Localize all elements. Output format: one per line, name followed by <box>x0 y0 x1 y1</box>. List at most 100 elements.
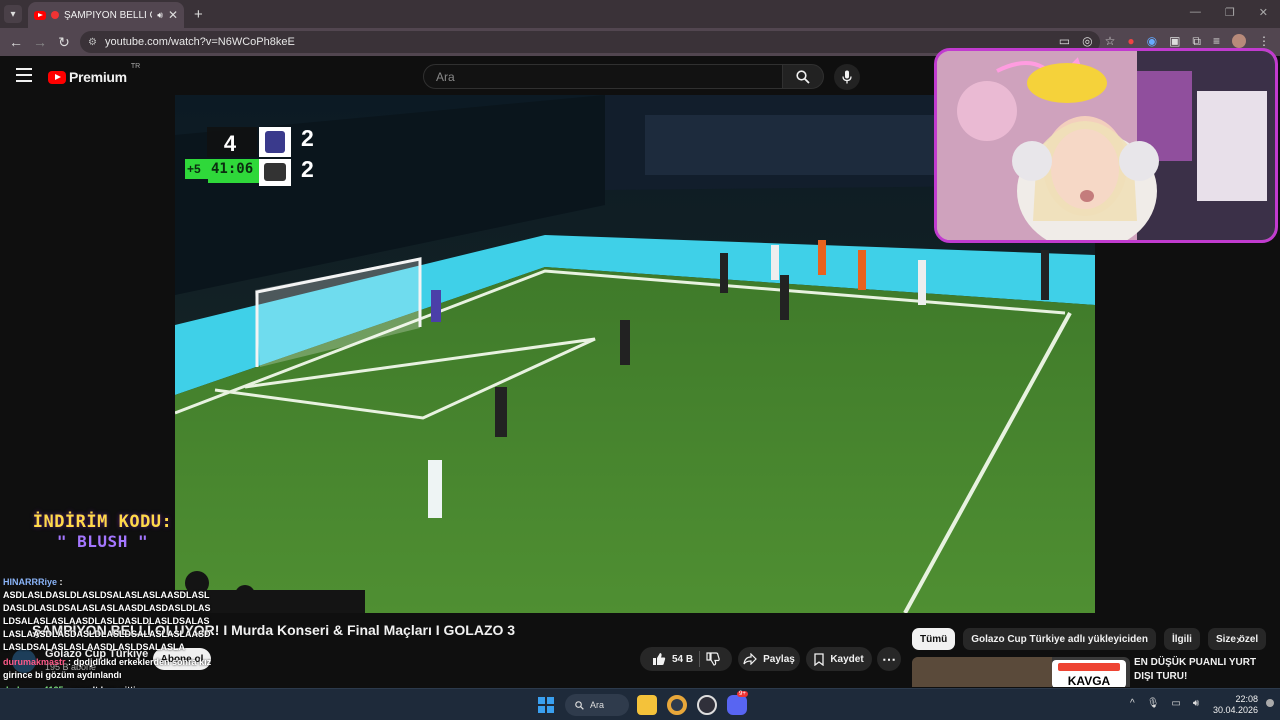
discord-icon[interactable]: 9+ <box>727 691 748 715</box>
microphone-icon <box>842 70 852 84</box>
extension-cat-icon[interactable]: ▣ <box>1169 34 1180 49</box>
promo-label: İNDİRİM KODU: <box>32 512 173 532</box>
youtube-logo[interactable]: Premium TR <box>48 63 140 85</box>
search-button[interactable] <box>782 64 824 89</box>
discord-badge: 9+ <box>737 691 748 697</box>
voice-search-button[interactable] <box>834 64 860 90</box>
share-button[interactable]: Paylaş <box>738 647 800 671</box>
recommended-video-thumbnail[interactable]: KAVGA <box>912 657 1130 687</box>
thumbnail-badge: KAVGA <box>1052 660 1126 687</box>
match-scoreboard: 4 2 2 +5 41:06 <box>185 125 325 187</box>
extensions-area: ▭ ◎ ☆ ● ◉ ▣ ⧉ ≡ ⋮ <box>1059 34 1270 49</box>
promo-code-overlay: İNDİRİM KODU: " BLUSH " <box>30 512 175 551</box>
browser-tab-bar: ▾ ŞAMPİYON BELLİ OLUYO 🔊︎ ✕ + — ❐ ✕ <box>0 0 1280 28</box>
eye-off-icon[interactable]: ◎ <box>1082 34 1092 49</box>
menu-hamburger-icon[interactable] <box>16 68 32 82</box>
recommended-video-title[interactable]: EN DÜŞÜK PUANLI YURT DIŞI TURU! <box>1134 656 1274 684</box>
tab-title: ŞAMPİYON BELLİ OLUYO <box>64 9 152 21</box>
mic-tray-icon[interactable]: 🎙︎ <box>1147 698 1160 709</box>
streamer-webcam <box>934 48 1278 243</box>
notification-icon[interactable] <box>1266 699 1274 707</box>
reading-list-icon[interactable]: ≡ <box>1213 34 1220 49</box>
app-icon[interactable] <box>697 695 717 715</box>
share-label: Paylaş <box>763 653 795 665</box>
tab-search-chevron-icon[interactable]: ▾ <box>4 5 22 23</box>
cast-icon[interactable]: ▭ <box>1059 34 1070 49</box>
bookmark-star-icon[interactable]: ☆ <box>1105 34 1116 49</box>
reload-icon[interactable]: ↻ <box>52 34 76 51</box>
menu-kebab-icon[interactable]: ⋮ <box>1258 34 1270 49</box>
thumbs-up-icon[interactable] <box>652 652 666 666</box>
save-label: Kaydet <box>830 653 864 665</box>
site-info-icon[interactable]: ⚙ <box>88 37 97 48</box>
like-count[interactable]: 54 B <box>672 654 693 665</box>
share-icon <box>743 653 757 665</box>
browser-tab-active[interactable]: ŞAMPİYON BELLİ OLUYO 🔊︎ ✕ <box>28 2 184 28</box>
taskbar-search-label: Ara <box>590 700 605 710</box>
tray-chevron-up-icon[interactable]: ^ <box>1130 698 1135 709</box>
window-controls: — ❐ ✕ <box>1190 6 1268 19</box>
chat-overlay: HINARRRiye : ASDLASLDASLDLASLDSALASLASLA… <box>3 576 213 697</box>
clock-date: 30.04.2026 <box>1212 705 1258 715</box>
profile-avatar[interactable] <box>1232 34 1246 48</box>
svg-text:4: 4 <box>224 131 237 156</box>
stoppage-time: +5 <box>187 162 201 176</box>
search-input[interactable]: Ara <box>423 64 783 89</box>
team1-score: 2 <box>301 125 314 151</box>
url-text: youtube.com/watch?v=N6WCoPh8keE <box>104 36 295 48</box>
extension-icon[interactable]: ● <box>1127 34 1134 49</box>
windows-taskbar: Ara 9+ ^ 🎙︎ ▭ 🔊︎ 22:08 30.04.2026 <box>0 688 1280 720</box>
search-icon <box>796 69 810 84</box>
clock-time: 22:08 <box>1235 694 1258 704</box>
thumbs-down-icon[interactable] <box>706 652 720 666</box>
thumbnail-image <box>912 657 1052 687</box>
maximize-icon[interactable]: ❐ <box>1225 6 1235 19</box>
speaker-icon[interactable]: 🔊︎ <box>157 10 163 21</box>
chat-username: HINARRRiye <box>3 577 58 587</box>
system-tray: ^ 🎙︎ ▭ 🔊︎ <box>1130 698 1199 709</box>
recommendation-chips: Tümü Golazo Cup Türkiye adlı yükleyicide… <box>912 628 1267 650</box>
file-explorer-icon[interactable] <box>637 695 657 715</box>
chrome-icon[interactable] <box>667 695 687 715</box>
chip-related[interactable]: İlgili <box>1163 628 1200 650</box>
chat-text: ASDLASLDASLDLASLDSALASLASLAASDLASLDASLDL… <box>3 590 211 652</box>
puzzle-icon[interactable]: ⧉ <box>1192 34 1201 49</box>
badge-stripe <box>1058 663 1120 671</box>
network-icon[interactable]: ▭ <box>1171 698 1180 709</box>
chat-message: durumakmastr : dpdjdldkd erkeklerden son… <box>3 657 212 680</box>
screen: ▾ ŞAMPİYON BELLİ OLUYO 🔊︎ ✕ + — ❐ ✕ ← → … <box>0 0 1280 720</box>
taskbar-search[interactable]: Ara <box>565 694 629 716</box>
logo-region: TR <box>130 63 141 70</box>
thumbnail-text: KAVGA <box>1067 674 1111 687</box>
chip-all[interactable]: Tümü <box>912 628 956 650</box>
like-dislike-group: 54 B <box>640 647 732 671</box>
logo-text: Premium <box>69 69 127 85</box>
taskbar-clock[interactable]: 22:08 30.04.2026 <box>1208 694 1258 716</box>
team2-score: 2 <box>301 156 314 182</box>
search-icon <box>575 700 584 710</box>
youtube-favicon-icon <box>34 10 46 20</box>
extension-wave-icon[interactable]: ◉ <box>1147 34 1157 49</box>
save-button[interactable]: Kaydet <box>806 647 872 671</box>
divider <box>699 651 701 667</box>
chip-from-uploader[interactable]: Golazo Cup Türkiye adlı yükleyiciden <box>963 628 1156 650</box>
forward-icon[interactable]: → <box>28 34 52 50</box>
new-tab-button[interactable]: + <box>194 6 203 23</box>
back-icon[interactable]: ← <box>4 34 28 50</box>
chevron-right-icon[interactable]: › <box>1236 631 1241 647</box>
search-placeholder: Ara <box>436 69 455 84</box>
volume-icon[interactable]: 🔊︎ <box>1193 698 1199 709</box>
tab-close-icon[interactable]: ✕ <box>168 8 178 22</box>
youtube-play-icon <box>48 70 66 84</box>
recording-indicator-icon <box>51 11 59 19</box>
chat-username: durumakmastr <box>3 657 66 667</box>
promo-code: " BLUSH " <box>56 532 149 551</box>
webcam-image <box>937 51 1275 240</box>
close-window-icon[interactable]: ✕ <box>1259 6 1268 19</box>
windows-start-icon[interactable] <box>538 697 554 713</box>
chat-message: HINARRRiye : ASDLASLDASLDLASLDSALASLASLA… <box>3 576 213 654</box>
more-actions-icon[interactable]: ⋯ <box>877 647 901 671</box>
match-timer: 41:06 <box>211 161 254 177</box>
minimize-icon[interactable]: — <box>1190 6 1201 19</box>
bookmark-icon <box>814 652 824 666</box>
